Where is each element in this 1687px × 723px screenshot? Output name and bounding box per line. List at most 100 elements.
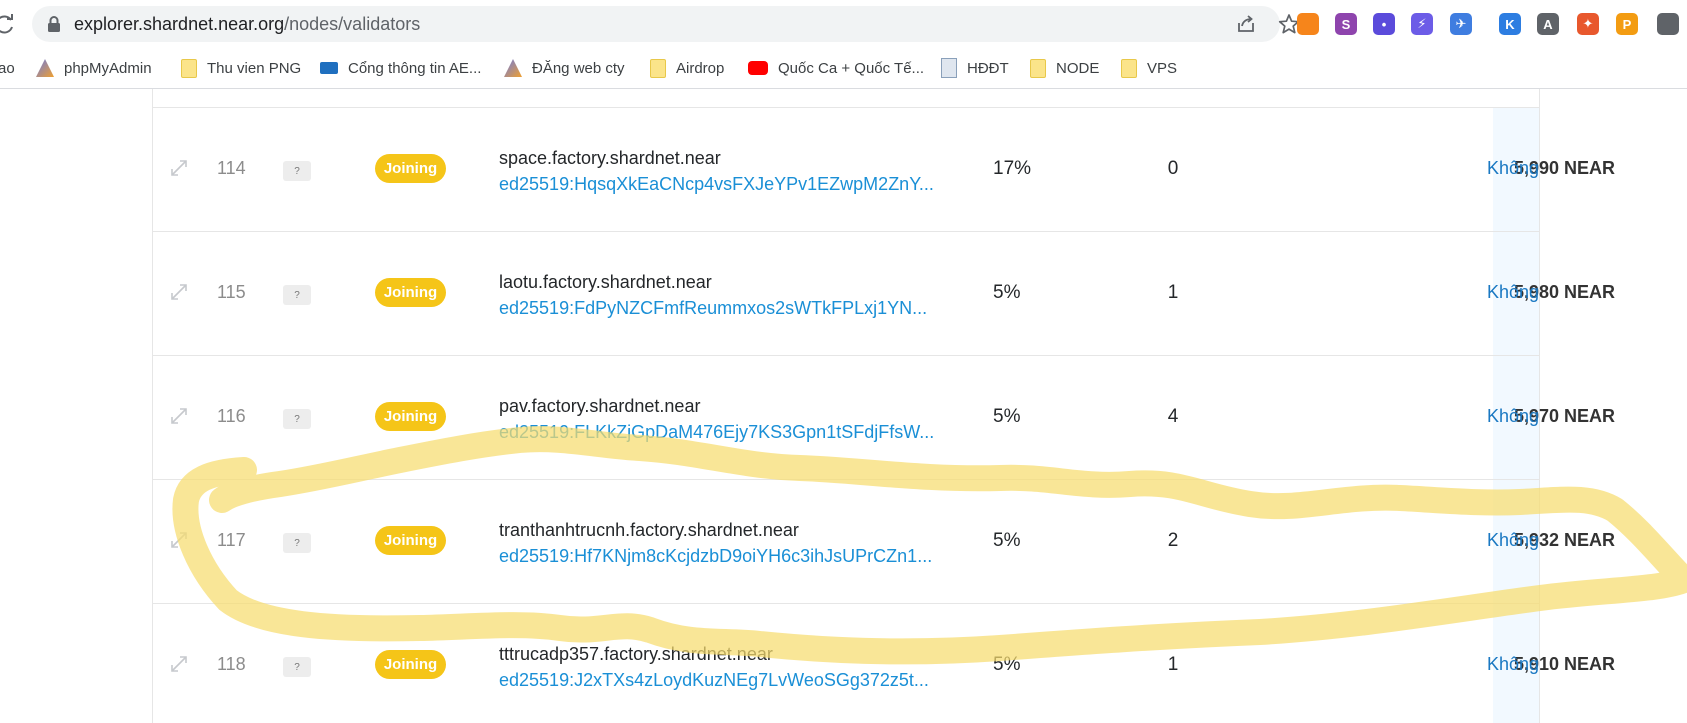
keplr-face-icon[interactable]: • <box>1373 13 1395 35</box>
validator-index: 114 <box>217 158 246 178</box>
validator-account-id[interactable]: laotu.factory.shardnet.near <box>499 272 712 293</box>
validator-fee: 5% <box>993 406 1021 427</box>
bolt-extension-icon[interactable]: ⚡ <box>1411 13 1433 35</box>
folder-icon <box>1121 58 1137 78</box>
status-badge: Joining <box>375 402 446 431</box>
validator-public-key[interactable]: ed25519:J2xTXs4zLoydKuzNEg7LvWeoSGg372z5… <box>499 670 929 691</box>
metamask-icon[interactable] <box>1297 13 1319 35</box>
status-badge: Joining <box>375 278 446 307</box>
bookmark-item[interactable]: ao <box>0 56 15 80</box>
bookmark-label: VPS <box>1147 59 1178 77</box>
a-extension-icon[interactable]: A <box>1537 13 1559 35</box>
extra-status-link[interactable]: Không <box>1487 282 1539 303</box>
youtube-icon <box>748 61 768 75</box>
validator-stake: 5,910 NEAR <box>1513 654 1615 674</box>
delegators-count: 0 <box>1167 158 1179 179</box>
address-bar[interactable]: explorer.shardnet.near.org/nodes/validat… <box>32 6 1300 42</box>
unknown-country-badge: ? <box>283 285 311 305</box>
bookmark-label: phpMyAdmin <box>64 59 152 77</box>
aed-icon <box>320 62 338 74</box>
validator-public-key[interactable]: ed25519:FdPyNZCFmfReummxos2sWTkFPLxj1YN.… <box>499 298 927 319</box>
status-badge: Joining <box>375 526 446 555</box>
validators-table: 114? Joining space.factory.shardnet.near ed… <box>152 89 1615 723</box>
s-extension-icon[interactable]: S <box>1335 13 1357 35</box>
reload-icon[interactable] <box>0 13 16 35</box>
gateio-extension-icon[interactable]: ✦ <box>1577 13 1599 35</box>
validator-row[interactable]: 115? Joining laotu.factory.shardnet.near ed… <box>153 231 1615 356</box>
unknown-country-badge: ? <box>283 657 311 677</box>
bookmarks-bar: ao phpMyAdmin Thu vien PNG Cổng thông tin A… <box>0 48 1687 89</box>
satellite-extension-icon[interactable]: ✈ <box>1450 13 1472 35</box>
bookmark-label: Quốc Ca + Quốc Tế... <box>778 59 925 77</box>
extra-status-link[interactable]: Không <box>1487 406 1539 427</box>
delegators-count: 2 <box>1167 530 1179 551</box>
expand-icon[interactable] <box>169 530 189 550</box>
delegators-count: 1 <box>1167 282 1179 303</box>
folder-icon <box>1030 58 1046 78</box>
validators-page: 114? Joining space.factory.shardnet.near ed… <box>0 89 1687 723</box>
validator-row[interactable]: 118? Joining tttrucadp357.factory.shardnet… <box>153 603 1615 723</box>
lock-icon[interactable] <box>46 15 62 33</box>
bookmark-item[interactable]: phpMyAdmin <box>36 56 152 80</box>
bookmark-item[interactable]: Thu vien PNG <box>181 56 301 80</box>
url-host: explorer.shardnet.near.org <box>74 14 285 34</box>
validator-fee: 5% <box>993 654 1021 675</box>
expand-icon[interactable] <box>169 282 189 302</box>
bookmark-item[interactable]: NODE <box>1030 56 1099 80</box>
bookmark-label: ao <box>0 59 15 77</box>
validator-stake: 5,970 NEAR <box>1513 406 1615 426</box>
document-icon <box>941 58 957 78</box>
status-badge: Joining <box>375 154 446 183</box>
pma-icon <box>504 59 522 77</box>
url-path: /nodes/validators <box>284 14 421 34</box>
expand-icon[interactable] <box>169 406 189 426</box>
validator-account-id[interactable]: tranthanhtrucnh.factory.shardnet.near <box>499 520 799 541</box>
bookmark-label: NODE <box>1056 59 1100 77</box>
bookmark-label: HĐĐT <box>967 59 1009 77</box>
validator-account-id[interactable]: space.factory.shardnet.near <box>499 148 721 169</box>
url-text[interactable]: explorer.shardnet.near.org/nodes/validat… <box>74 14 420 35</box>
validator-stake: 5,990 NEAR <box>1513 158 1615 178</box>
browser-toolbar: explorer.shardnet.near.org/nodes/validat… <box>0 0 1687 48</box>
folder-icon <box>650 58 666 78</box>
folder-icon <box>181 58 197 78</box>
bookmark-item[interactable]: ĐĂng web cty <box>504 56 625 80</box>
validator-fee: 5% <box>993 282 1021 303</box>
validator-account-id[interactable]: tttrucadp357.factory.shardnet.near <box>499 644 773 665</box>
bookmark-label: Thu vien PNG <box>207 59 302 77</box>
p-extension-icon[interactable]: P <box>1616 13 1638 35</box>
validator-row[interactable]: 117? Joining tranthanhtrucnh.factory.shard… <box>153 479 1615 604</box>
bookmark-label: Cổng thông tin AE... <box>348 59 482 77</box>
extra-status-link[interactable]: Không <box>1487 530 1539 551</box>
bookmark-item[interactable]: Airdrop <box>650 56 724 80</box>
bookmark-item[interactable]: VPS <box>1121 56 1177 80</box>
validator-index: 118 <box>217 654 246 674</box>
extra-status-link[interactable]: Không <box>1487 158 1539 179</box>
validator-stake: 5,980 NEAR <box>1513 282 1615 302</box>
validator-row[interactable]: 114? Joining space.factory.shardnet.near ed… <box>153 107 1615 232</box>
extra-status-link[interactable]: Không <box>1487 654 1539 675</box>
bookmark-label: Airdrop <box>676 59 725 77</box>
share-icon[interactable] <box>1236 14 1256 34</box>
bookmark-item[interactable]: Quốc Ca + Quốc Tế... <box>748 56 924 80</box>
validator-stake: 5,932 NEAR <box>1513 530 1615 550</box>
validator-public-key[interactable]: ed25519:Hf7KNjm8cKcjdzbD9oiYH6c3ihJsUPrC… <box>499 546 932 567</box>
bookmark-item[interactable]: HĐĐT <box>941 56 1009 80</box>
delegators-count: 1 <box>1167 654 1179 675</box>
validator-row[interactable]: 116? Joining pav.factory.shardnet.near ed25… <box>153 355 1615 480</box>
validator-public-key[interactable]: ed25519:FLKkZjGpDaM476Ejy7KS3Gpn1tSFdjFf… <box>499 422 934 443</box>
unknown-country-badge: ? <box>283 161 311 181</box>
validator-index: 115 <box>217 282 246 302</box>
expand-icon[interactable] <box>169 158 189 178</box>
validator-index: 117 <box>217 530 246 550</box>
k-extension-icon[interactable]: K <box>1499 13 1521 35</box>
validator-public-key[interactable]: ed25519:HqsqXkEaCNcp4vsFXJeYPv1EZwpM2ZnY… <box>499 174 934 195</box>
unknown-country-badge: ? <box>283 409 311 429</box>
pma-icon <box>36 59 54 77</box>
puzzle-extensions-icon[interactable] <box>1657 13 1679 35</box>
expand-icon[interactable] <box>169 654 189 674</box>
validator-account-id[interactable]: pav.factory.shardnet.near <box>499 396 700 417</box>
bookmark-item[interactable]: Cổng thông tin AE... <box>320 56 481 80</box>
validator-index: 116 <box>217 406 246 426</box>
unknown-country-badge: ? <box>283 533 311 553</box>
